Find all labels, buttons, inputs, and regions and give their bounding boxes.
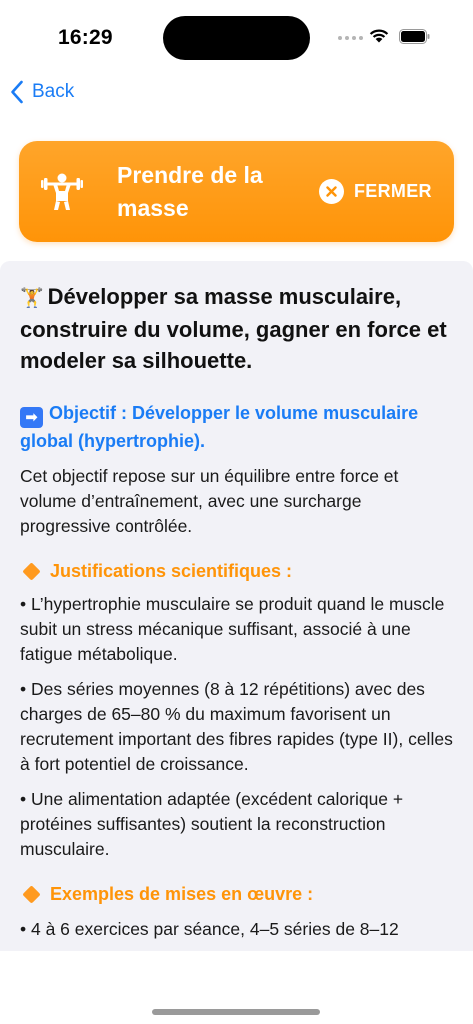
list-item: • 4 à 6 exercices par séance, 4–5 séries… bbox=[20, 919, 399, 939]
list-item: • Une alimentation adaptée (excédent cal… bbox=[20, 789, 404, 859]
battery-icon bbox=[399, 29, 430, 44]
intro-paragraph: Cet objectif repose sur un équilibre ent… bbox=[20, 466, 399, 536]
back-label: Back bbox=[32, 81, 75, 102]
close-button[interactable]: FERMER bbox=[319, 179, 432, 204]
trophy-weightlifter-emoji: 🏋️ bbox=[20, 288, 44, 309]
orange-diamond-icon bbox=[22, 885, 41, 904]
headline-text: Développer sa masse musculaire, construi… bbox=[20, 284, 447, 373]
close-label: FERMER bbox=[354, 181, 432, 201]
list-item: • Des séries moyennes (8 à 12 répétition… bbox=[20, 679, 453, 774]
cellular-signal-icon bbox=[338, 36, 363, 40]
status-bar: 16:29 bbox=[0, 0, 473, 70]
description-panel[interactable]: 🏋️ Développer sa masse musculaire, constr… bbox=[0, 261, 473, 951]
goal-header-card: Prendre de la masse FERMER bbox=[19, 141, 454, 242]
headline: 🏋️ Développer sa masse musculaire, constr… bbox=[20, 281, 453, 376]
objective-text: Objectif : Développer le volume musculai… bbox=[20, 403, 419, 451]
section-title-text: Exemples de mises en œuvre : bbox=[50, 884, 314, 904]
section-title-examples: Exemples de mises en œuvre : bbox=[20, 884, 453, 905]
objective-line: ➡ Objectif : Développer le volume muscula… bbox=[20, 400, 453, 454]
right-arrow-icon: ➡ bbox=[20, 407, 43, 428]
wifi-icon bbox=[369, 29, 389, 43]
list-item: • L’hypertrophie musculaire se produit q… bbox=[20, 594, 445, 664]
status-time: 16:29 bbox=[58, 26, 113, 49]
weightlifter-icon bbox=[41, 173, 83, 210]
section-title-text: Justifications scientifiques : bbox=[50, 561, 293, 581]
home-indicator[interactable] bbox=[152, 1009, 320, 1015]
close-icon bbox=[319, 179, 344, 204]
chevron-left-icon bbox=[11, 80, 23, 104]
orange-diamond-icon bbox=[22, 562, 41, 581]
dynamic-island bbox=[163, 16, 310, 60]
goal-title: Prendre de la masse bbox=[117, 162, 263, 221]
section-title-justifications: Justifications scientifiques : bbox=[20, 561, 453, 582]
back-button[interactable]: Back bbox=[10, 80, 74, 104]
